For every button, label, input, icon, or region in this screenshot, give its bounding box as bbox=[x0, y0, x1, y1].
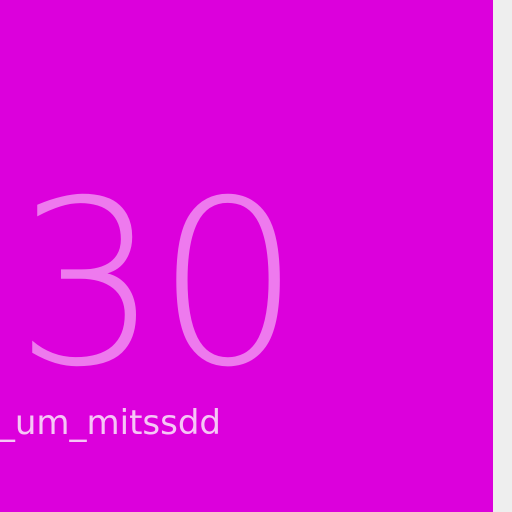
screen: 830 _um_mitssdd bbox=[0, 0, 512, 512]
stat-value: 830 bbox=[0, 151, 301, 417]
stat-tile[interactable]: 830 _um_mitssdd bbox=[0, 0, 493, 512]
right-edge-strip bbox=[493, 0, 512, 512]
stat-caption: _um_mitssdd bbox=[0, 403, 221, 443]
